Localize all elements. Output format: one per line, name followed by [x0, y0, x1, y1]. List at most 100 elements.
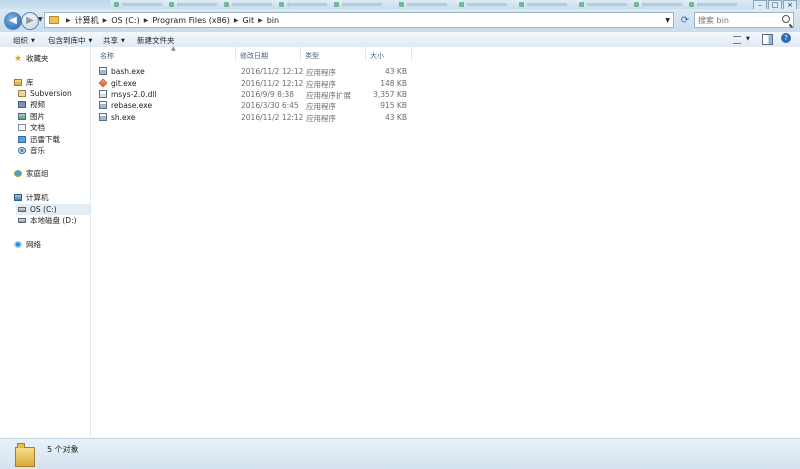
- sidebar-item-label: OS (C:): [30, 205, 57, 214]
- new-folder-button[interactable]: 新建文件夹: [137, 35, 175, 46]
- forward-button[interactable]: ▶: [21, 12, 39, 30]
- file-row-rebase[interactable]: rebase.exe 2016/3/30 6:45 应用程序 915 KB: [99, 100, 414, 111]
- share-button[interactable]: 共享 ▼: [103, 35, 125, 46]
- command-bar: 组织 ▼ 包含到库中 ▼ 共享 ▼ 新建文件夹 ▼ ?: [0, 32, 800, 48]
- background-tab[interactable]: [455, 0, 524, 9]
- column-headers: ▲ 名称 修改日期 类型 大小: [91, 45, 800, 61]
- chevron-right-icon[interactable]: ▶: [258, 17, 263, 24]
- sidebar-item-label: 网络: [26, 240, 41, 249]
- sidebar-item-label: 图片: [30, 112, 45, 121]
- include-in-library-label: 包含到库中: [48, 36, 86, 45]
- sidebar-item-label: 视频: [30, 100, 45, 109]
- include-in-library-button[interactable]: 包含到库中 ▼: [48, 35, 92, 46]
- window-controls: – □ ×: [753, 0, 797, 10]
- browser-tab-strip: – □ ×: [0, 0, 800, 10]
- homegroup-icon: [14, 170, 22, 177]
- sidebar-item-documents[interactable]: 文档: [18, 122, 45, 133]
- sidebar-item-favorites[interactable]: ★ 收藏夹: [14, 53, 49, 64]
- sidebar-item-homegroup[interactable]: 家庭组: [14, 168, 49, 179]
- preview-pane-icon[interactable]: [762, 34, 773, 45]
- git-logo-icon: [98, 78, 108, 88]
- music-icon: [18, 147, 26, 154]
- column-divider[interactable]: [300, 47, 301, 61]
- chevron-right-icon[interactable]: ▶: [234, 17, 239, 24]
- file-date: 2016/11/2 12:12: [241, 79, 304, 88]
- column-header-name[interactable]: 名称: [100, 51, 114, 61]
- chevron-right-icon[interactable]: ▶: [66, 17, 71, 24]
- file-size: 43 KB: [385, 67, 407, 76]
- sidebar-item-thunder-downloads[interactable]: 迅雷下载: [18, 134, 60, 145]
- back-button[interactable]: ◀: [4, 12, 22, 30]
- view-options-icon[interactable]: [732, 34, 744, 44]
- file-date: 2016/9/9 8:38: [241, 90, 294, 99]
- column-header-size[interactable]: 大小: [370, 51, 384, 61]
- address-row: ◀ ▶ ▼ ▶ 计算机 ▶ OS (C:) ▶ Program Files (x…: [0, 9, 800, 32]
- background-tab[interactable]: [515, 0, 584, 9]
- file-row-sh[interactable]: sh.exe 2016/11/2 12:12 应用程序 43 KB: [99, 112, 414, 123]
- organize-label: 组织: [13, 36, 28, 45]
- column-divider[interactable]: [411, 47, 412, 61]
- refresh-icon: ⟳: [680, 15, 690, 26]
- file-row-msys-dll[interactable]: msys-2.0.dll 2016/9/9 8:38 应用程序扩展 3,357 …: [99, 89, 414, 100]
- sidebar-item-computer[interactable]: 计算机: [14, 192, 49, 203]
- file-date: 2016/11/2 12:12: [241, 67, 304, 76]
- video-icon: [18, 101, 26, 108]
- folder-icon: [49, 16, 59, 24]
- file-size: 43 KB: [385, 113, 407, 122]
- background-tab[interactable]: [685, 0, 754, 9]
- organize-button[interactable]: 组织 ▼: [13, 35, 35, 46]
- file-name: sh.exe: [111, 113, 136, 122]
- file-list[interactable]: ▲ 名称 修改日期 类型 大小 bash.exe 2016/11/2 12:12…: [91, 45, 800, 438]
- details-bar: 5 个对象: [0, 438, 800, 469]
- chevron-down-icon: ▼: [88, 38, 93, 44]
- column-header-date[interactable]: 修改日期: [240, 51, 268, 61]
- breadcrumb-drive-c[interactable]: OS (C:): [111, 16, 139, 25]
- file-type: 应用程序: [306, 102, 336, 111]
- background-tab[interactable]: [395, 0, 464, 9]
- file-size: 3,357 KB: [373, 90, 407, 99]
- sidebar-item-label: 收藏夹: [26, 54, 49, 63]
- library-icon: [14, 79, 22, 86]
- sidebar-item-videos[interactable]: 视频: [18, 99, 45, 110]
- search-input[interactable]: [695, 13, 784, 27]
- column-divider[interactable]: [235, 47, 236, 61]
- help-icon[interactable]: ?: [781, 33, 791, 43]
- breadcrumb-git[interactable]: Git: [243, 16, 255, 25]
- breadcrumb-bin[interactable]: bin: [267, 16, 279, 25]
- sidebar-item-label: 音乐: [30, 146, 45, 155]
- chevron-down-icon[interactable]: ▼: [746, 36, 750, 42]
- recent-pages-dropdown[interactable]: ▼: [38, 16, 43, 23]
- chevron-down-icon: ▼: [121, 38, 125, 44]
- chevron-right-icon[interactable]: ▶: [103, 17, 108, 24]
- address-bar[interactable]: ▶ 计算机 ▶ OS (C:) ▶ Program Files (x86) ▶ …: [44, 12, 674, 28]
- search-box[interactable]: [694, 12, 794, 28]
- file-row-bash[interactable]: bash.exe 2016/11/2 12:12 应用程序 43 KB: [99, 66, 414, 77]
- hard-drive-icon: [18, 218, 26, 223]
- picture-icon: [18, 113, 26, 120]
- executable-file-icon: [99, 101, 107, 109]
- sidebar-item-network[interactable]: 网络: [14, 239, 41, 250]
- refresh-button[interactable]: ⟳: [678, 14, 692, 28]
- breadcrumb-program-files[interactable]: Program Files (x86): [152, 16, 230, 25]
- sidebar-item-subversion[interactable]: Subversion: [18, 88, 72, 99]
- sidebar-item-drive-d[interactable]: 本地磁盘 (D:): [18, 215, 77, 226]
- column-header-type[interactable]: 类型: [305, 51, 319, 61]
- file-row-git[interactable]: git.exe 2016/11/2 12:12 应用程序 148 KB: [98, 78, 414, 89]
- download-folder-icon: [18, 136, 26, 143]
- sort-arrow-icon: ▲: [171, 45, 176, 52]
- breadcrumb-computer[interactable]: 计算机: [75, 15, 99, 26]
- sidebar-item-label: 家庭组: [26, 169, 49, 178]
- sidebar-item-library[interactable]: 库: [14, 77, 34, 88]
- chevron-right-icon[interactable]: ▶: [144, 17, 149, 24]
- background-tab[interactable]: [330, 0, 399, 9]
- sidebar-item-pictures[interactable]: 图片: [18, 111, 45, 122]
- file-name: git.exe: [111, 79, 137, 88]
- search-icon[interactable]: [782, 15, 790, 23]
- sidebar-item-music[interactable]: 音乐: [18, 145, 45, 156]
- navigation-pane: ★ 收藏夹 库 Subversion 视频 图片 文档 迅雷下载 音乐 家庭组 计…: [0, 47, 91, 438]
- sidebar-item-drive-c[interactable]: OS (C:): [16, 204, 90, 215]
- column-divider[interactable]: [365, 47, 366, 61]
- computer-icon: [14, 194, 22, 201]
- executable-file-icon: [99, 113, 107, 121]
- address-history-dropdown[interactable]: ▼: [665, 17, 670, 24]
